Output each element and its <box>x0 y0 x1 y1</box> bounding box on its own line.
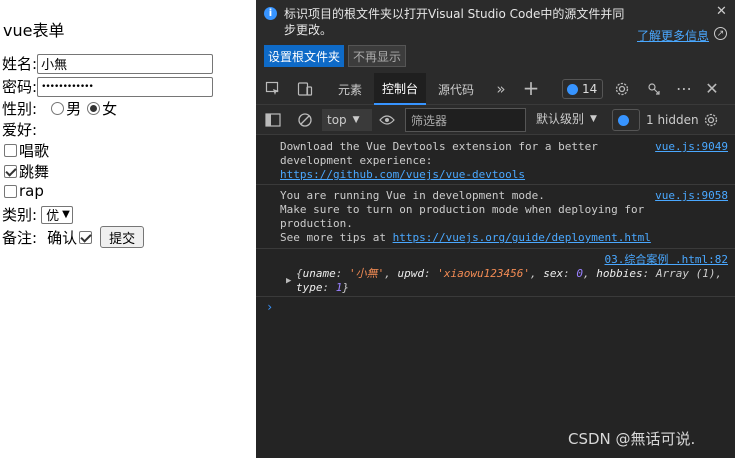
workspace-banner: i 标识项目的根文件夹以打开Visual Studio Code中的源文件并同步… <box>256 0 735 73</box>
category-row: 类别: 优 ▼ <box>2 204 73 225</box>
message-count: 14 <box>582 82 598 96</box>
console-toolbar: top ▼ 筛选器 默认级别 ▼ 1 hidden <box>256 105 735 135</box>
expand-triangle-icon[interactable]: ▶ <box>286 276 291 286</box>
confirm-checkbox[interactable] <box>79 230 93 244</box>
devtools-panel: i 标识项目的根文件夹以打开Visual Studio Code中的源文件并同步… <box>256 0 735 458</box>
hobbies-label: 爱好: <box>2 121 38 139</box>
filter-input[interactable]: 筛选器 <box>405 108 526 132</box>
watermark: CSDN @無话可说. <box>568 430 696 448</box>
banner-message: 标识项目的根文件夹以打开Visual Studio Code中的源文件并同步更改… <box>284 7 625 37</box>
more-tabs-icon[interactable]: » <box>494 80 508 98</box>
gender-male-radio[interactable] <box>51 102 65 115</box>
message-line: See more tips at https://vuejs.org/guide… <box>280 231 651 244</box>
message-count-badge[interactable]: 14 <box>562 79 603 99</box>
remark-label: 备注: <box>2 228 38 247</box>
remark-row: 备注: 确认 提交 <box>2 226 145 248</box>
message-icon <box>618 114 629 126</box>
category-value: 优 <box>46 209 60 224</box>
issues-badge[interactable] <box>612 109 640 131</box>
password-row: 密码: •••••••••••• <box>2 76 214 97</box>
more-options-icon[interactable]: ⋯ <box>675 79 693 98</box>
gear-icon[interactable] <box>613 80 631 98</box>
filter-placeholder: 筛选器 <box>411 113 448 128</box>
tab-elements[interactable]: 元素 <box>338 73 362 105</box>
learn-more-link[interactable]: 了解更多信息 <box>637 27 709 44</box>
vue-devtools-link[interactable]: https://github.com/vuejs/vue-devtools <box>280 168 728 182</box>
message-line: production. <box>280 217 353 230</box>
console-message: vue.js:9049 Download the Vue Devtools ex… <box>280 140 728 182</box>
console-prompt-icon[interactable]: › <box>266 300 273 314</box>
close-icon[interactable]: ✕ <box>716 4 727 19</box>
password-input[interactable]: •••••••••••• <box>37 76 214 97</box>
hobby-sing-label: 唱歌 <box>19 142 50 160</box>
password-value: •••••••••••• <box>41 81 94 92</box>
devtools-tabbar: 元素 控制台 源代码 » + 14 ⋯ ✕ <box>256 73 735 105</box>
logged-object[interactable]: {uname: '小無', upwd: 'xiaowu123456', sex:… <box>296 267 726 295</box>
console-message: 03.综合案例 .html:82 <box>280 253 728 267</box>
chevron-down-icon: ▼ <box>590 113 597 124</box>
gender-male-label: 男 <box>66 100 82 118</box>
gender-female-radio[interactable] <box>87 102 101 115</box>
info-icon: i <box>264 7 277 20</box>
eye-icon[interactable] <box>378 112 396 128</box>
source-link[interactable]: vue.js:9058 <box>655 189 728 203</box>
console-output: vue.js:9049 Download the Vue Devtools ex… <box>256 136 735 458</box>
source-link[interactable]: 03.综合案例 .html:82 <box>605 253 728 266</box>
tab-sources[interactable]: 源代码 <box>438 73 474 105</box>
hobby-dance-checkbox[interactable] <box>4 165 17 178</box>
clear-console-icon[interactable] <box>296 111 314 129</box>
log-levels-value: 默认级别 <box>536 112 585 126</box>
message-icon <box>567 83 578 95</box>
divider <box>256 184 735 185</box>
log-levels-select[interactable]: 默认级别 ▼ <box>536 110 597 127</box>
console-message: vue.js:9058 You are running Vue in devel… <box>280 189 728 245</box>
password-label: 密码: <box>2 78 38 96</box>
sidebar-toggle-icon[interactable] <box>264 112 282 128</box>
chevron-down-icon: ▼ <box>352 115 360 125</box>
context-select[interactable]: top ▼ <box>322 109 372 131</box>
deployment-guide-link[interactable]: https://vuejs.org/guide/deployment.html <box>393 231 651 244</box>
chevron-down-icon: ▼ <box>62 209 70 220</box>
name-row: 姓名: 小無 <box>2 53 214 74</box>
close-devtools-icon[interactable]: ✕ <box>703 79 721 98</box>
source-link[interactable]: vue.js:9049 <box>655 140 728 154</box>
divider <box>256 248 735 249</box>
dont-show-again-button[interactable]: 不再显示 <box>348 45 407 67</box>
context-value: top <box>327 113 347 127</box>
device-toggle-icon[interactable] <box>296 81 314 97</box>
vue-form-page: vue表单 姓名: 小無 密码: •••••••••••• 性别: 男 女 爱好… <box>0 0 256 458</box>
add-tab-icon[interactable]: + <box>522 76 540 100</box>
hobby-rap-row: rap <box>2 182 44 200</box>
divider <box>256 296 735 297</box>
name-value: 小無 <box>41 58 68 73</box>
message-line: Make sure to turn on production mode whe… <box>280 203 645 216</box>
hobby-rap-label: rap <box>19 182 44 200</box>
hidden-count: 1 hidden <box>646 113 699 127</box>
gender-female-label: 女 <box>102 100 118 118</box>
tab-console[interactable]: 控制台 <box>374 73 427 105</box>
hobbies-row: 爱好: <box>2 119 37 140</box>
category-label: 类别: <box>2 206 38 224</box>
page-title: vue表单 <box>3 21 65 40</box>
gear-icon[interactable] <box>702 111 720 129</box>
gender-row: 性别: 男 女 <box>2 98 117 119</box>
submit-button[interactable]: 提交 <box>100 226 145 248</box>
hobby-dance-label: 跳舞 <box>19 163 50 181</box>
message-line: development experience: <box>280 154 433 167</box>
inspect-element-icon[interactable] <box>264 81 282 97</box>
external-link-icon[interactable]: ↗ <box>714 27 727 40</box>
name-label: 姓名: <box>2 55 38 73</box>
name-input[interactable]: 小無 <box>37 53 214 74</box>
hobby-rap-checkbox[interactable] <box>4 184 17 198</box>
set-root-folder-button[interactable]: 设置根文件夹 <box>264 45 345 67</box>
category-select[interactable]: 优 ▼ <box>41 205 73 224</box>
hobby-dance-row: 跳舞 <box>2 161 49 182</box>
hobby-sing-row: 唱歌 <box>2 140 49 161</box>
hobby-sing-checkbox[interactable] <box>4 144 17 157</box>
confirm-label: 确认 <box>47 228 78 247</box>
connect-icon[interactable] <box>645 80 663 98</box>
gender-label: 性别: <box>2 100 38 118</box>
